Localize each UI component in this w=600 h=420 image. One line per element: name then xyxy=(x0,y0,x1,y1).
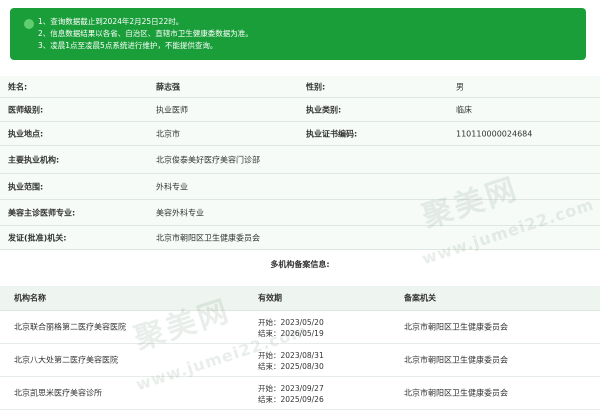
info-icon xyxy=(24,19,34,29)
info-row-name: 姓名: 薛志强 性别: 男 xyxy=(0,76,600,98)
info-row-level: 医师级别: 执业医师 执业类别: 临床 xyxy=(0,98,600,122)
info-row-cosmetic: 美容主诊医师专业: 美容外科专业 xyxy=(0,200,600,226)
level-label: 医师级别: xyxy=(8,105,44,114)
row-registrar: 北京市朝阳区卫生健康委员会 xyxy=(404,322,508,332)
row-org-name: 北京凯思米医疗美容诊所 xyxy=(14,388,102,398)
cosmetic-value: 美容外科专业 xyxy=(156,208,204,217)
multi-org-title: 多机构备案信息: xyxy=(270,260,330,269)
cert-value: 110110000024684 xyxy=(456,129,533,138)
scope-value: 外科专业 xyxy=(156,182,188,191)
level-value: 执业医师 xyxy=(156,105,188,114)
category-label: 执业类别: xyxy=(306,105,342,114)
col-header-registrar: 备案机关 xyxy=(404,293,436,303)
row-org-name: 北京八大处第二医疗美容医院 xyxy=(14,355,118,365)
cosmetic-label: 美容主诊医师专业: xyxy=(8,208,76,217)
row-end-date: 结束：2025/09/26 xyxy=(258,395,324,404)
row-registrar: 北京市朝阳区卫生健康委员会 xyxy=(404,355,508,365)
org-value: 北京俊泰美好医疗美容门诊部 xyxy=(156,155,260,164)
notice-line: 1、查询数据截止到2024年2月25日22时。 xyxy=(38,17,184,26)
scope-label: 执业范围: xyxy=(8,182,44,191)
category-value: 临床 xyxy=(456,105,472,114)
info-row-org: 主要执业机构: 北京俊泰美好医疗美容门诊部 xyxy=(0,146,600,174)
row-end-date: 结束：2025/08/30 xyxy=(258,362,324,371)
col-header-org-name: 机构名称 xyxy=(14,293,46,303)
name-label: 姓名: xyxy=(8,82,28,91)
row-end-date: 结束：2026/05/19 xyxy=(258,329,324,338)
location-label: 执业地点: xyxy=(8,129,44,138)
cert-label: 执业证书编码: xyxy=(306,129,358,138)
row-registrar: 北京市朝阳区卫生健康委员会 xyxy=(404,388,508,398)
table-row: 北京凯思米医疗美容诊所 开始：2023/09/27 结束：2025/09/26 … xyxy=(0,377,600,410)
notice-line: 2、信息数据结果以各省、自治区、直辖市卫生健康委数据为准。 xyxy=(38,29,253,38)
gender-value: 男 xyxy=(456,82,464,91)
table-header: 机构名称 有效期 备案机关 xyxy=(0,286,600,311)
notice-list: 1、查询数据截止到2024年2月25日22时。 2、信息数据结果以各省、自治区、… xyxy=(38,16,253,52)
location-value: 北京市 xyxy=(156,129,180,138)
multi-org-table: 机构名称 有效期 备案机关 北京联合丽格第二医疗美容医院 开始：2023/05/… xyxy=(0,286,600,410)
info-row-issuer: 发证(批准)机关: 北京市朝阳区卫生健康委员会 xyxy=(0,226,600,250)
notice-line: 3、凌晨1点至凌晨5点系统进行维护，不能提供查询。 xyxy=(38,41,218,50)
name-value: 薛志强 xyxy=(156,82,180,91)
info-row-scope: 执业范围: 外科专业 xyxy=(0,174,600,200)
org-label: 主要执业机构: xyxy=(8,155,60,164)
notice-banner: 1、查询数据截止到2024年2月25日22时。 2、信息数据结果以各省、自治区、… xyxy=(10,8,586,60)
issuer-value: 北京市朝阳区卫生健康委员会 xyxy=(156,233,260,242)
row-start-date: 开始：2023/09/27 xyxy=(258,384,324,393)
table-row: 北京联合丽格第二医疗美容医院 开始：2023/05/20 结束：2026/05/… xyxy=(0,311,600,344)
gender-label: 性别: xyxy=(306,82,326,91)
row-org-name: 北京联合丽格第二医疗美容医院 xyxy=(14,322,126,332)
info-row-location: 执业地点: 北京市 执业证书编码: 110110000024684 xyxy=(0,122,600,146)
row-start-date: 开始：2023/05/20 xyxy=(258,318,324,327)
issuer-label: 发证(批准)机关: xyxy=(8,233,67,242)
doctor-info-table: 姓名: 薛志强 性别: 男 医师级别: 执业医师 执业类别: 临床 执业地点: … xyxy=(0,76,600,250)
table-row: 北京八大处第二医疗美容医院 开始：2023/08/31 结束：2025/08/3… xyxy=(0,344,600,377)
col-header-validity: 有效期 xyxy=(258,293,282,303)
row-start-date: 开始：2023/08/31 xyxy=(258,351,324,360)
